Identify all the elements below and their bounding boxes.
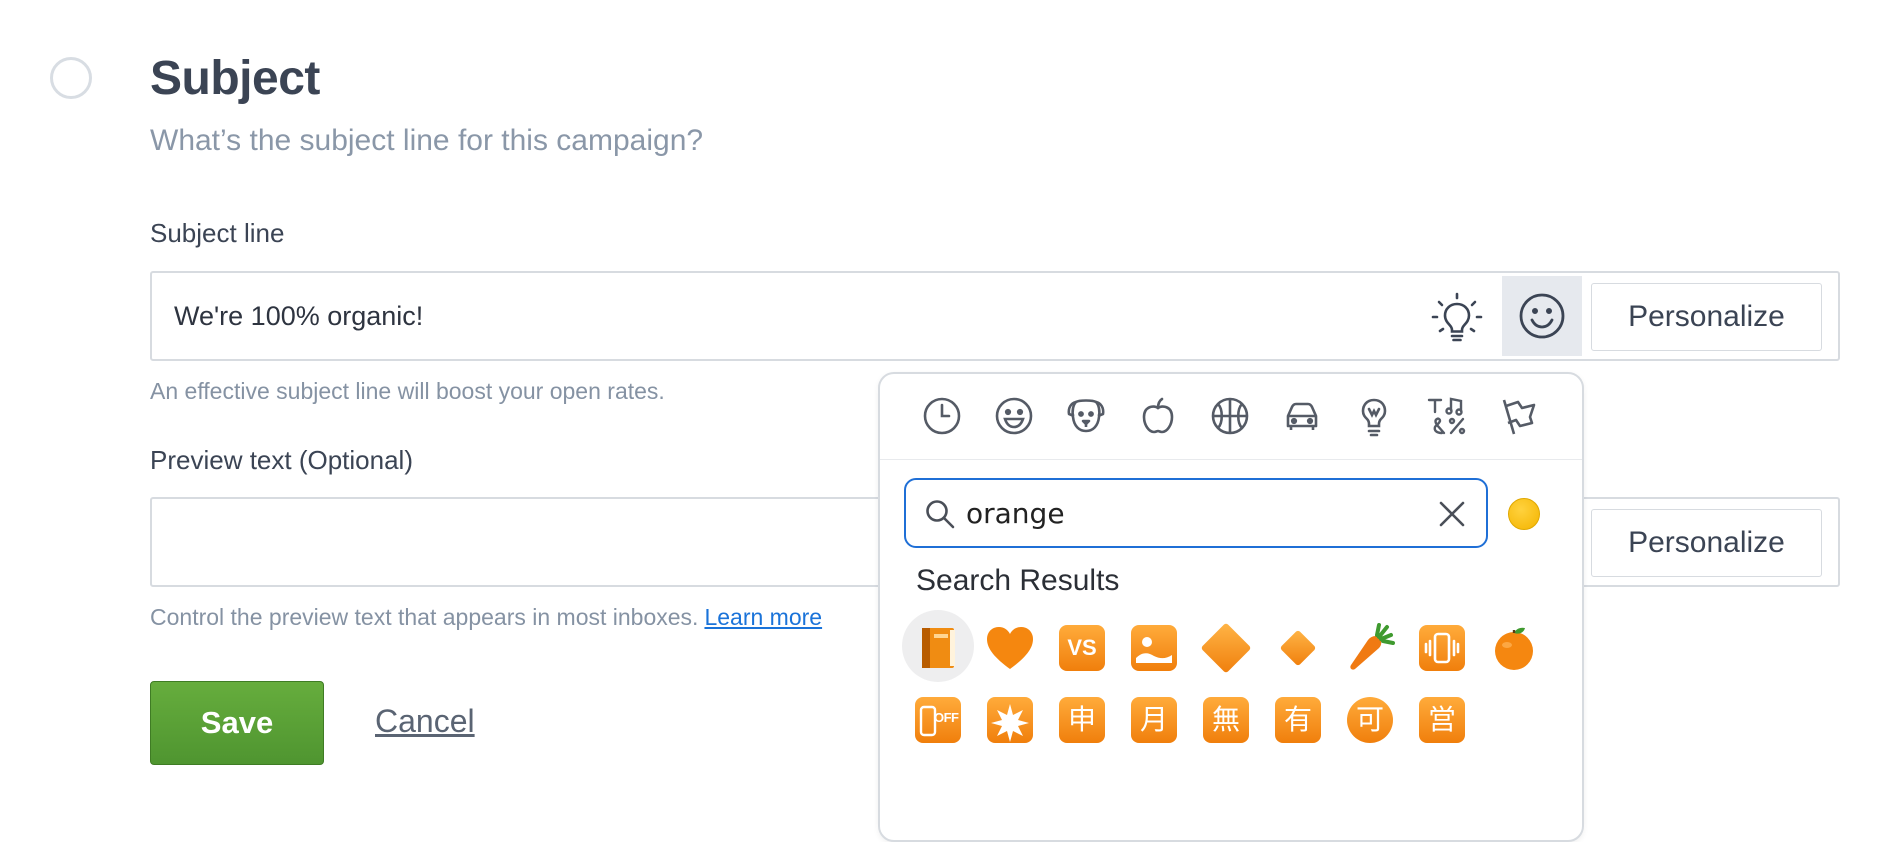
emoji-eight-pointed-star[interactable] bbox=[974, 682, 1046, 754]
smiley-icon bbox=[1519, 293, 1565, 339]
clock-icon[interactable] bbox=[920, 394, 964, 438]
emoji-japanese-not-free-of-charge[interactable]: 有 bbox=[1262, 682, 1334, 754]
page-title: Subject bbox=[150, 52, 320, 105]
emoji-category-bar bbox=[880, 374, 1582, 460]
emoji-japanese-monthly-amount[interactable]: 申 bbox=[1046, 682, 1118, 754]
lightbulb-icon[interactable] bbox=[1430, 290, 1484, 344]
step-status-circle bbox=[50, 57, 92, 99]
emoji-large-orange-diamond[interactable] bbox=[1190, 610, 1262, 682]
dog-icon[interactable] bbox=[1064, 394, 1108, 438]
apple-icon[interactable] bbox=[1136, 394, 1180, 438]
page-subtitle: What’s the subject line for this campaig… bbox=[150, 124, 704, 157]
preview-personalize-button[interactable]: Personalize bbox=[1591, 509, 1822, 577]
emoji-picker: Search Results VS bbox=[878, 372, 1584, 842]
emoji-japanese-free-of-charge[interactable]: 無 bbox=[1190, 682, 1262, 754]
emoji-japanese-open-for-business[interactable]: 営 bbox=[1406, 682, 1478, 754]
symbols-icon[interactable] bbox=[1424, 394, 1468, 438]
flag-icon[interactable] bbox=[1496, 394, 1540, 438]
cancel-link[interactable]: Cancel bbox=[375, 703, 475, 740]
emoji-tangerine[interactable] bbox=[1478, 610, 1550, 682]
smiley-category-icon[interactable] bbox=[992, 394, 1036, 438]
emoji-sunset-picture[interactable] bbox=[1118, 610, 1190, 682]
emoji-search-box[interactable] bbox=[904, 478, 1488, 548]
search-results-title: Search Results bbox=[916, 564, 1120, 597]
subject-help-text: An effective subject line will boost you… bbox=[150, 378, 665, 404]
clear-search-icon[interactable] bbox=[1438, 500, 1466, 528]
emoji-japanese-acceptable[interactable]: 可 bbox=[1334, 682, 1406, 754]
search-icon bbox=[926, 500, 955, 529]
preview-help-text: Control the preview text that appears in… bbox=[150, 604, 822, 631]
emoji-picker-toggle[interactable] bbox=[1502, 276, 1582, 356]
subject-personalize-button[interactable]: Personalize bbox=[1591, 283, 1822, 351]
subject-line-label: Subject line bbox=[150, 218, 285, 248]
emoji-vibration-mode[interactable] bbox=[1406, 610, 1478, 682]
subject-line-value[interactable]: We're 100% organic! bbox=[174, 301, 423, 332]
emoji-search-input[interactable] bbox=[966, 492, 1416, 534]
preview-text-label: Preview text (Optional) bbox=[150, 445, 413, 475]
learn-more-link[interactable]: Learn more bbox=[704, 604, 822, 630]
lightbulb-category-icon[interactable] bbox=[1352, 394, 1396, 438]
basketball-icon[interactable] bbox=[1208, 394, 1252, 438]
emoji-orange-book[interactable] bbox=[902, 610, 974, 682]
emoji-mobile-phone-off[interactable]: OFF bbox=[902, 682, 974, 754]
save-button[interactable]: Save bbox=[150, 681, 324, 765]
emoji-carrot[interactable] bbox=[1334, 610, 1406, 682]
emoji-japanese-month[interactable]: 月 bbox=[1118, 682, 1190, 754]
emoji-small-orange-diamond[interactable] bbox=[1262, 610, 1334, 682]
skin-tone-selector[interactable] bbox=[1508, 498, 1540, 530]
emoji-vs-button[interactable]: VS bbox=[1046, 610, 1118, 682]
preview-help-message: Control the preview text that appears in… bbox=[150, 604, 699, 630]
emoji-orange-heart[interactable] bbox=[974, 610, 1046, 682]
car-icon[interactable] bbox=[1280, 394, 1324, 438]
